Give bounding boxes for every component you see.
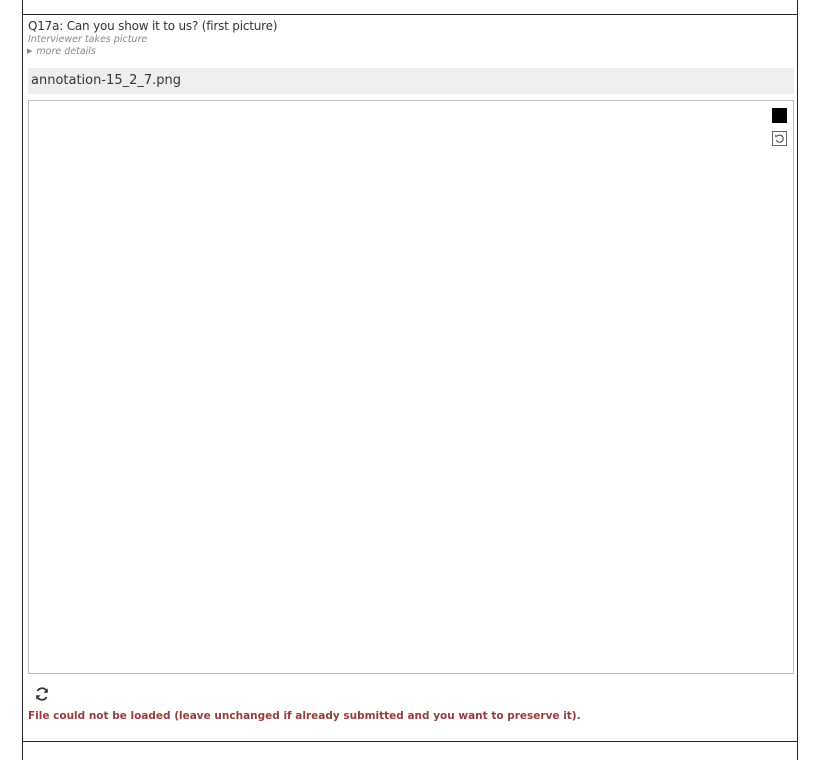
- color-picker-swatch[interactable]: [772, 108, 787, 123]
- annotation-canvas[interactable]: [28, 100, 794, 674]
- divider-top: [22, 14, 798, 15]
- reset-drawing-button[interactable]: [772, 131, 787, 146]
- reload-file-button[interactable]: [34, 686, 50, 702]
- question-label: Q17a: Can you show it to us? (first pict…: [28, 19, 278, 33]
- file-name: annotation-15_2_7.png: [31, 73, 182, 88]
- more-details-label: more details: [36, 46, 96, 57]
- file-name-bar: annotation-15_2_7.png: [28, 68, 794, 94]
- caret-right-icon: ▶: [27, 47, 33, 55]
- more-details-toggle[interactable]: ▶ more details: [27, 46, 96, 57]
- refresh-icon: [36, 687, 48, 701]
- divider-bottom: [22, 741, 798, 742]
- file-load-error: File could not be loaded (leave unchange…: [28, 710, 581, 722]
- undo-icon: [775, 134, 784, 143]
- question-hint: Interviewer takes picture: [28, 34, 148, 45]
